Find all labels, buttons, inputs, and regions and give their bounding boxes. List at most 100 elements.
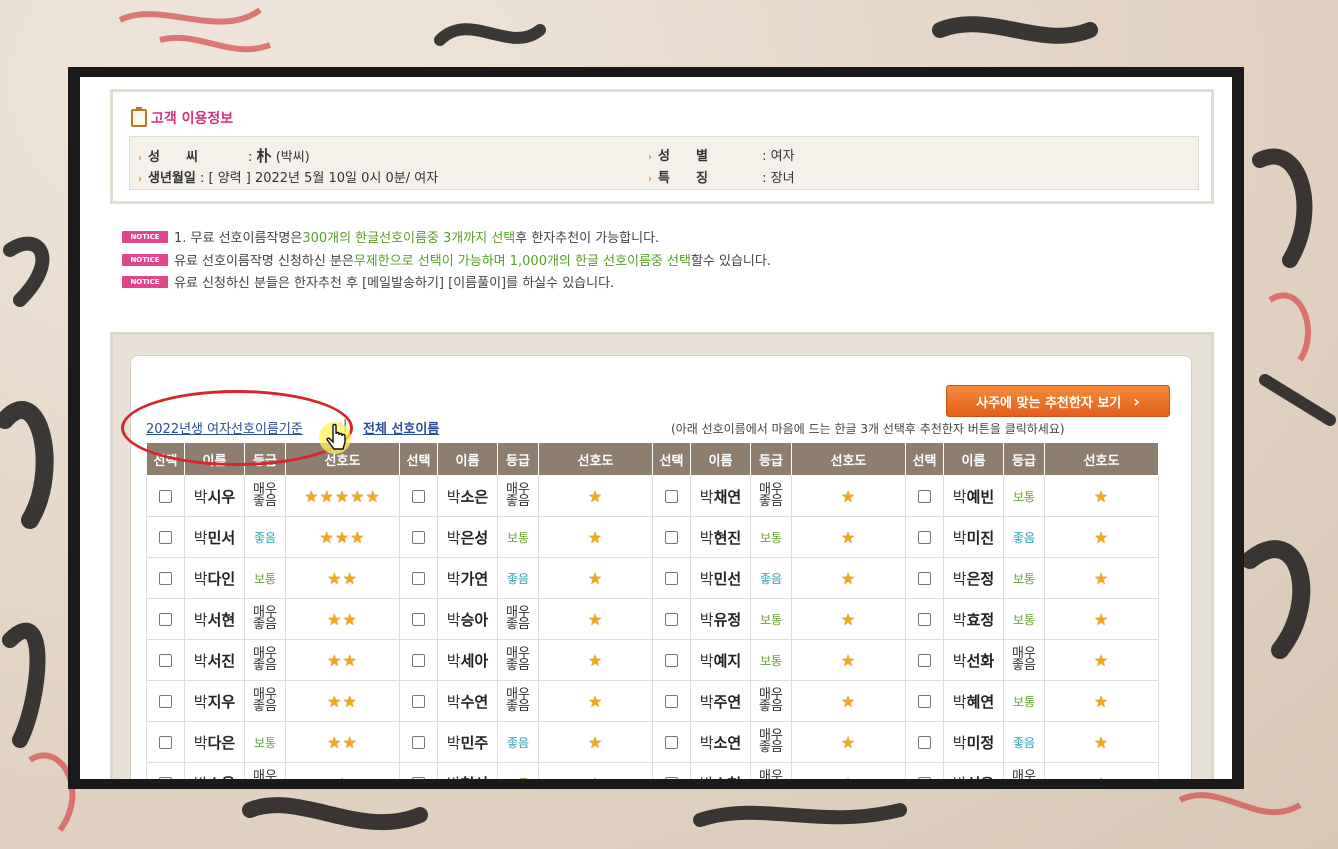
grade-cell: 매우좋음	[244, 762, 286, 779]
select-cell	[399, 557, 438, 599]
col-header: 등급	[1003, 442, 1045, 476]
name-checkbox[interactable]	[412, 613, 425, 626]
name-checkbox[interactable]	[159, 736, 172, 749]
chevron-right-icon: ›	[1133, 391, 1140, 411]
name-checkbox[interactable]	[918, 695, 931, 708]
name-checkbox[interactable]	[665, 490, 678, 503]
select-cell	[905, 762, 944, 779]
grade-cell: 매우좋음	[497, 598, 539, 640]
name-cell: 박효정	[943, 598, 1004, 640]
surname: 박	[446, 569, 461, 588]
name-checkbox[interactable]	[159, 777, 172, 779]
name-cell: 박은정	[943, 557, 1004, 599]
star-rating-icon: ★	[587, 609, 604, 629]
given-name: 미정	[966, 733, 995, 752]
name-checkbox[interactable]	[918, 736, 931, 749]
select-cell	[146, 598, 185, 640]
name-checkbox[interactable]	[159, 654, 172, 667]
link-all-names[interactable]: 전체 선호이름	[363, 418, 439, 437]
name-checkbox[interactable]	[918, 572, 931, 585]
star-rating-icon: ★	[840, 527, 857, 547]
notice-2: NOTICE 유료 선호이름작명 신청하신 분은 무제한으로 선택이 가능하며 1…	[122, 250, 771, 269]
name-checkbox[interactable]	[665, 654, 678, 667]
grade-cell: 보통	[750, 598, 792, 640]
name-checkbox[interactable]	[918, 531, 931, 544]
surname: 박	[446, 610, 461, 629]
star-rating-icon: ★	[587, 486, 604, 506]
select-cell	[905, 598, 944, 640]
name-checkbox[interactable]	[665, 695, 678, 708]
name-checkbox[interactable]	[159, 572, 172, 585]
surname: 박	[193, 528, 208, 547]
bullet-arrow-icon: ›	[648, 152, 652, 163]
preference-cell: ★	[538, 639, 653, 681]
name-checkbox[interactable]	[412, 777, 425, 779]
preference-cell: ★	[538, 680, 653, 722]
select-cell	[652, 639, 691, 681]
given-name: 은정	[966, 569, 995, 588]
given-name: 민서	[207, 528, 236, 547]
table-row: 박시우 매우좋음 ★★★★★ 박소은 매우좋음 ★ 박채연 매우좋음 ★ 박예빈 보통 ★	[146, 475, 1159, 517]
name-checkbox[interactable]	[665, 572, 678, 585]
select-cell	[652, 680, 691, 722]
star-rating-icon: ★	[1093, 650, 1110, 670]
name-checkbox[interactable]	[918, 654, 931, 667]
star-rating-icon: ★	[1093, 568, 1110, 588]
name-checkbox[interactable]	[665, 531, 678, 544]
select-cell	[146, 680, 185, 722]
surname: 박	[952, 487, 967, 506]
select-cell	[652, 762, 691, 779]
given-name: 가연	[460, 569, 489, 588]
select-cell	[905, 557, 944, 599]
given-name: 수연	[460, 692, 489, 711]
notice-3: NOTICE 유료 신청하신 분들은 한자추천 후 [메일발송하기] [이름풀이…	[122, 272, 614, 291]
recommend-hanja-button[interactable]: 사주에 맞는 추천한자 보기 ›	[946, 385, 1170, 417]
grade-cell: 좋음	[1003, 516, 1045, 558]
surname: 박	[953, 775, 967, 780]
grade-cell: 매우좋음	[1003, 762, 1045, 780]
name-checkbox[interactable]	[918, 613, 931, 626]
name-checkbox[interactable]	[159, 613, 172, 626]
name-checkbox[interactable]	[918, 490, 931, 503]
preference-cell: ★★★	[285, 516, 400, 558]
name-checkbox[interactable]	[665, 777, 678, 779]
preference-cell: ★	[538, 762, 653, 779]
star-rating-icon: ★	[841, 774, 856, 780]
select-cell	[146, 639, 185, 681]
grade-label: 보통	[506, 531, 530, 545]
name-checkbox[interactable]	[665, 736, 678, 749]
col-header: 이름	[943, 442, 1004, 476]
name-cell: 박시우	[184, 475, 245, 517]
name-checkbox[interactable]	[665, 613, 678, 626]
name-checkbox[interactable]	[159, 531, 172, 544]
table-row: 박서현 매우좋음 ★★ 박승아 매우좋음 ★ 박유정 보통 ★ 박효정 보통 ★	[146, 598, 1159, 640]
name-checkbox[interactable]	[412, 490, 425, 503]
name-checkbox[interactable]	[918, 777, 931, 779]
grade-label: 매우좋음	[759, 686, 783, 714]
table-row: 박지우 매우좋음 ★★ 박수연 매우좋음 ★ 박주연 매우좋음 ★ 박혜연 보통 ★	[146, 680, 1159, 722]
grade-cell: 보통	[1003, 680, 1045, 722]
grade-label: 매우좋음	[1012, 768, 1036, 780]
name-checkbox[interactable]	[412, 695, 425, 708]
name-checkbox[interactable]	[159, 490, 172, 503]
given-name: 소율	[208, 775, 236, 780]
grade-label: 보통	[1012, 572, 1036, 586]
col-header: 등급	[750, 442, 792, 476]
name-cell: 박혜연	[943, 680, 1004, 722]
name-checkbox[interactable]	[412, 736, 425, 749]
notice-badge: NOTICE	[122, 275, 168, 288]
grade-label: 매우좋음	[759, 727, 783, 755]
name-list-panel: 사주에 맞는 추천한자 보기 › 2022년생 여자선호이름기준 | 전체 선호…	[121, 355, 1192, 780]
select-cell	[399, 639, 438, 681]
name-checkbox[interactable]	[412, 531, 425, 544]
surname: 박	[952, 651, 967, 670]
preference-cell: ★	[1044, 475, 1159, 517]
select-cell	[399, 475, 438, 517]
given-name: 채연	[713, 487, 742, 506]
preference-cell: ★	[791, 516, 906, 558]
name-checkbox[interactable]	[412, 572, 425, 585]
name-checkbox[interactable]	[159, 695, 172, 708]
surname: 박	[193, 487, 208, 506]
star-rating-icon: ★	[1093, 691, 1110, 711]
name-checkbox[interactable]	[412, 654, 425, 667]
